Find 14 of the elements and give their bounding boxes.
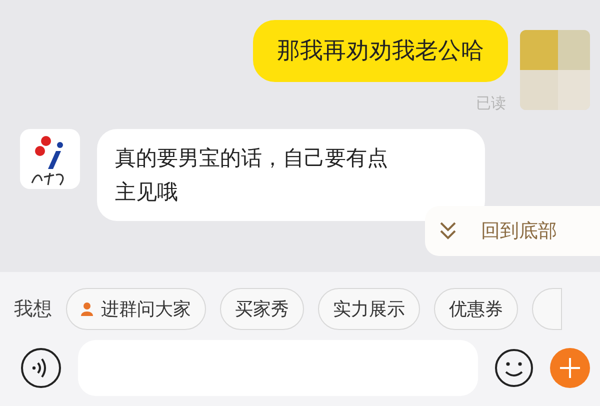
person-icon [81,302,93,316]
scroll-to-bottom-button[interactable]: 回到底部 [425,206,600,256]
quick-reply-chip[interactable]: 实力展示 [318,288,420,330]
quick-reply-chip[interactable]: 进群问大家 [66,288,206,330]
voice-icon[interactable] [20,347,62,389]
quick-reply-label: 我想 [14,296,52,322]
quick-reply-chip[interactable]: 买家秀 [220,288,304,330]
quick-reply-chip[interactable]: 优惠券 [434,288,518,330]
smiley-icon[interactable] [494,348,534,388]
logo-avatar [20,128,80,188]
plus-icon[interactable] [550,348,590,388]
message-bubble: 真的要男宝的话，自己要有点主见哦 [97,128,485,220]
double-chevron-down-icon [439,221,457,241]
message-bubble: 那我再劝劝我老公哈 [253,20,508,82]
